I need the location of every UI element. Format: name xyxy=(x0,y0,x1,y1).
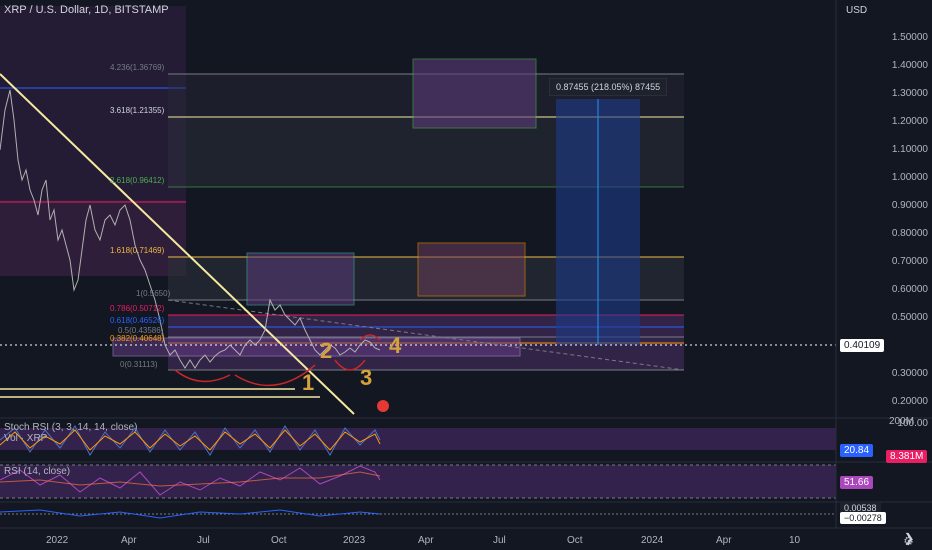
time-tick: Jul xyxy=(197,535,210,546)
annotation-1: 1 xyxy=(302,370,315,395)
volume-title[interactable]: Vol · XRP xyxy=(4,433,47,444)
time-tick: 2023 xyxy=(343,535,366,546)
price-tick: 0.20000 xyxy=(891,396,928,407)
price-tick: 0.70000 xyxy=(891,256,928,267)
accumulation-box[interactable] xyxy=(112,337,521,357)
fib-label-4236: 4.236(1.36769) xyxy=(110,63,165,72)
target-box-mid[interactable] xyxy=(417,242,526,297)
volume-value-badge: 8.381M xyxy=(886,450,928,463)
chart-canvas[interactable] xyxy=(0,0,932,550)
time-tick: 2024 xyxy=(641,535,664,546)
rsi-value-badge: 51.66 xyxy=(840,476,874,489)
price-tick: 1.50000 xyxy=(891,32,928,43)
rsi-band xyxy=(0,465,836,498)
annotation-3: 3 xyxy=(360,365,373,390)
fib-label-0: 0(0.31113) xyxy=(120,360,158,369)
time-tick: Oct xyxy=(271,535,287,546)
fib-label-1: 1(0.5650) xyxy=(136,289,171,298)
time-tick: Apr xyxy=(716,535,732,546)
stoch-value-badge: 20.84 xyxy=(840,444,874,457)
current-price-badge: 0.40109 xyxy=(840,339,885,352)
currency-label: USD xyxy=(846,5,868,16)
time-tick: 2022 xyxy=(46,535,69,546)
target-box-top[interactable] xyxy=(412,58,537,129)
fib-label-0618: 0.618(0.46526) xyxy=(110,316,165,325)
time-tick: Oct xyxy=(567,535,583,546)
stoch-rsi-title[interactable]: Stoch RSI (3, 3, 14, 14, close) xyxy=(4,422,137,433)
fib-label-2618: 2.618(0.96412) xyxy=(110,176,165,185)
time-tick: Jul xyxy=(493,535,506,546)
time-tick: 10 xyxy=(789,535,801,546)
fib-label-1618: 1.618(0.71469) xyxy=(110,246,165,255)
measure-tooltip: 0.87455 (218.05%) 87455 xyxy=(549,78,668,96)
price-tick: 1.30000 xyxy=(891,88,928,99)
price-tick: 0.30000 xyxy=(891,368,928,379)
fib-label-0786: 0.786(0.50712) xyxy=(110,304,165,313)
annotation-4: 4 xyxy=(389,333,402,358)
volume-axis: 200M xyxy=(889,416,915,427)
price-tick: 0.90000 xyxy=(891,200,928,211)
fib-label-0382: 0.382(0.40648) xyxy=(110,334,165,343)
fib-label-3618: 3.618(1.21355) xyxy=(110,106,165,115)
rsi-title[interactable]: RSI (14, close) xyxy=(4,466,70,477)
range-box[interactable] xyxy=(246,252,355,306)
price-tick: 0.50000 xyxy=(891,312,928,323)
price-tick: 1.00000 xyxy=(891,172,928,183)
price-tick: 0.60000 xyxy=(891,284,928,295)
fib-zone-left-lower xyxy=(0,200,186,276)
price-tick: 1.10000 xyxy=(891,144,928,155)
chart-root[interactable]: XRP / U.S. Dollar, 1D, BITSTAMP USD 1.50… xyxy=(0,0,932,550)
price-tick: 1.20000 xyxy=(891,116,928,127)
macd-value2-badge: −0.00278 xyxy=(840,512,886,524)
chart-title[interactable]: XRP / U.S. Dollar, 1D, BITSTAMP xyxy=(4,4,169,16)
time-tick: Apr xyxy=(418,535,434,546)
price-tick: 1.40000 xyxy=(891,60,928,71)
time-tick: Apr xyxy=(121,535,137,546)
curve-annotation-1 xyxy=(174,369,231,383)
event-icon[interactable] xyxy=(377,400,389,412)
tv-logo-icon[interactable]: ❯ xyxy=(904,531,914,545)
price-tick: 0.80000 xyxy=(891,228,928,239)
annotation-2: 2 xyxy=(320,338,333,363)
